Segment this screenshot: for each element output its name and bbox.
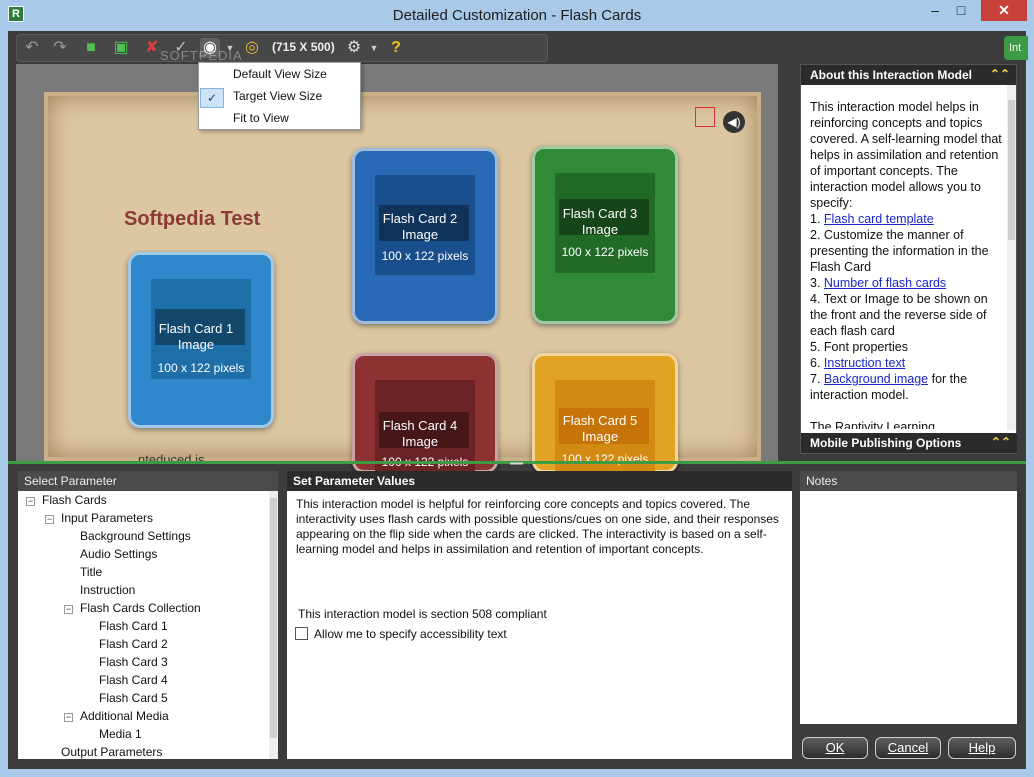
about-item-6: 6. Instruction text bbox=[810, 356, 906, 370]
card-label: Flash Card 5 bbox=[562, 413, 638, 428]
about-item-2: 2. Customize the manner of presenting th… bbox=[810, 228, 989, 274]
tree-node[interactable]: Input Parameters bbox=[61, 511, 153, 525]
card-label: Image bbox=[581, 222, 619, 237]
flash-card-4[interactable]: Flash Card 4 Image 100 x 122 pixels bbox=[352, 353, 498, 480]
about-item-1: 1. Flash card template bbox=[810, 212, 934, 226]
number-of-flash-cards-link[interactable]: Number of flash cards bbox=[824, 276, 946, 290]
card-size: 100 x 122 pixels bbox=[561, 245, 649, 259]
minimize-button[interactable]: – bbox=[922, 0, 948, 21]
card-label: Flash Card 4 bbox=[382, 418, 458, 433]
card-label: Image bbox=[581, 429, 619, 444]
tree-node[interactable]: Background Settings bbox=[80, 529, 191, 543]
close-button[interactable]: ✕ bbox=[981, 0, 1027, 21]
about-item-3: 3. Number of flash cards bbox=[810, 276, 947, 290]
speaker-icon[interactable]: ◀) bbox=[723, 111, 745, 133]
tree-expander-icon[interactable]: − bbox=[26, 497, 35, 506]
view-size-readout: (715 X 500) bbox=[272, 40, 335, 54]
notes-textarea[interactable] bbox=[800, 491, 1017, 724]
instruction-text: nteduced is bbox=[138, 452, 205, 461]
about-scroll-thumb[interactable] bbox=[1008, 100, 1015, 240]
about-footer: The Raptivity Learning bbox=[810, 420, 936, 429]
undo-icon[interactable]: ↶ bbox=[22, 38, 42, 58]
accessibility-checkbox[interactable] bbox=[295, 627, 308, 640]
tree-node[interactable]: Instruction bbox=[80, 583, 135, 597]
card-label: Flash Card 3 bbox=[562, 206, 638, 221]
tree-node[interactable]: Flash Card 1 bbox=[99, 619, 168, 633]
card-size: 100 x 122 pixels bbox=[381, 249, 469, 263]
maximize-button[interactable]: □ bbox=[948, 0, 974, 21]
tree-node[interactable]: Output Parameters bbox=[61, 745, 162, 759]
reset-icon[interactable]: ✘ bbox=[142, 38, 162, 58]
card-label: Image bbox=[401, 227, 439, 242]
card-label: Flash Card 2 bbox=[382, 211, 458, 226]
about-item-7: 7. Background image for the interaction … bbox=[810, 372, 968, 402]
tree-node[interactable]: Audio Settings bbox=[80, 547, 157, 561]
about-title: About this Interaction Model bbox=[810, 68, 972, 82]
menu-item-target-view[interactable]: Target View Size bbox=[233, 89, 322, 103]
tree-node[interactable]: Flash Card 3 bbox=[99, 655, 168, 669]
tree-expander-icon[interactable]: − bbox=[45, 515, 54, 524]
splitter-handle[interactable]: ▪▪▪▪▪▪▪ bbox=[496, 460, 536, 468]
card-label: Flash Card 1 bbox=[158, 321, 234, 336]
help-button[interactable]: Help bbox=[948, 737, 1016, 759]
about-intro: This interaction model helps in reinforc… bbox=[810, 100, 1002, 210]
tree-node[interactable]: Flash Card 4 bbox=[99, 673, 168, 687]
mobile-publishing-header[interactable]: Mobile Publishing Options ⌃⌃ bbox=[801, 433, 1017, 453]
accessibility-checkbox-label[interactable]: Allow me to specify accessibility text bbox=[314, 627, 507, 641]
flash-card-5[interactable]: Flash Card 5 Image 100 x 122 pixels bbox=[532, 353, 678, 480]
flash-card-2[interactable]: Flash Card 2 Image 100 x 122 pixels bbox=[352, 148, 498, 324]
compliance-text: This interaction model is section 508 co… bbox=[298, 607, 547, 621]
tree-node[interactable]: Flash Cards Collection bbox=[80, 601, 201, 615]
check-icon: ✓ bbox=[200, 88, 224, 108]
flash-card-3[interactable]: Flash Card 3 Image 100 x 122 pixels bbox=[532, 146, 678, 324]
gear-icon[interactable]: ⚙ bbox=[344, 38, 364, 58]
tree-node[interactable]: Additional Media bbox=[80, 709, 169, 723]
redo-icon[interactable]: ↷ bbox=[50, 38, 70, 58]
save-icon[interactable]: ■ bbox=[81, 38, 101, 58]
instruction-text-link[interactable]: Instruction text bbox=[824, 356, 905, 370]
parameter-tree: − Flash Cards − Input Parameters Background … bbox=[18, 491, 278, 759]
set-parameter-panel: This interaction model is helpful for re… bbox=[287, 491, 792, 759]
tree-expander-icon[interactable]: − bbox=[64, 713, 73, 722]
watermark: SOFTPEDIA bbox=[160, 48, 243, 63]
save-as-icon[interactable]: ▣ bbox=[111, 38, 131, 58]
view-size-menu: ✓ Default View Size Target View Size Fit… bbox=[198, 62, 361, 130]
menu-item-fit-to-view[interactable]: Fit to View bbox=[233, 111, 289, 125]
flash-card-1[interactable]: Flash Card 1 Image 100 x 122 pixels bbox=[128, 252, 274, 428]
window-title: Detailed Customization - Flash Cards bbox=[392, 7, 642, 24]
flash-card-template-link[interactable]: Flash card template bbox=[824, 212, 934, 226]
about-item-4: 4. Text or Image to be shown on the fron… bbox=[810, 292, 988, 338]
card-label: Image bbox=[401, 434, 439, 449]
expand-icon[interactable]: ⌃⌃ bbox=[991, 435, 1011, 449]
cancel-button[interactable]: Cancel bbox=[875, 737, 941, 759]
tree-scroll-thumb[interactable] bbox=[270, 498, 277, 738]
select-parameter-header: Select Parameter bbox=[18, 471, 278, 491]
tree-node[interactable]: Flash Card 5 bbox=[99, 691, 168, 705]
notes-header: Notes bbox=[800, 471, 1017, 491]
ok-button[interactable]: OK bbox=[802, 737, 868, 759]
selection-marker[interactable] bbox=[695, 107, 715, 127]
side-tab[interactable]: Int bbox=[1004, 36, 1028, 60]
card-size: 100 x 122 pixels bbox=[157, 361, 245, 375]
set-parameter-header: Set Parameter Values bbox=[287, 471, 792, 491]
parameter-description: This interaction model is helpful for re… bbox=[296, 497, 779, 556]
tree-expander-icon[interactable]: − bbox=[64, 605, 73, 614]
tree-node[interactable]: Media 1 bbox=[99, 727, 142, 741]
target-view-icon[interactable]: ◎ bbox=[242, 38, 262, 58]
about-item-5: 5. Font properties bbox=[810, 340, 908, 354]
tree-node[interactable]: Title bbox=[80, 565, 102, 579]
background-image-link[interactable]: Background image bbox=[824, 372, 928, 386]
about-text: This interaction model helps in reinforc… bbox=[810, 99, 1006, 429]
collapse-icon[interactable]: ⌃⌃ bbox=[990, 67, 1010, 81]
tree-node[interactable]: Flash Cards bbox=[42, 493, 107, 507]
chevron-down-icon[interactable]: ▼ bbox=[368, 38, 380, 58]
tree-node[interactable]: Flash Card 2 bbox=[99, 637, 168, 651]
project-title[interactable]: Softpedia Test bbox=[124, 208, 260, 231]
card-label: Image bbox=[177, 337, 215, 352]
help-icon[interactable]: ? bbox=[386, 38, 406, 58]
menu-item-default-view[interactable]: Default View Size bbox=[233, 67, 327, 81]
